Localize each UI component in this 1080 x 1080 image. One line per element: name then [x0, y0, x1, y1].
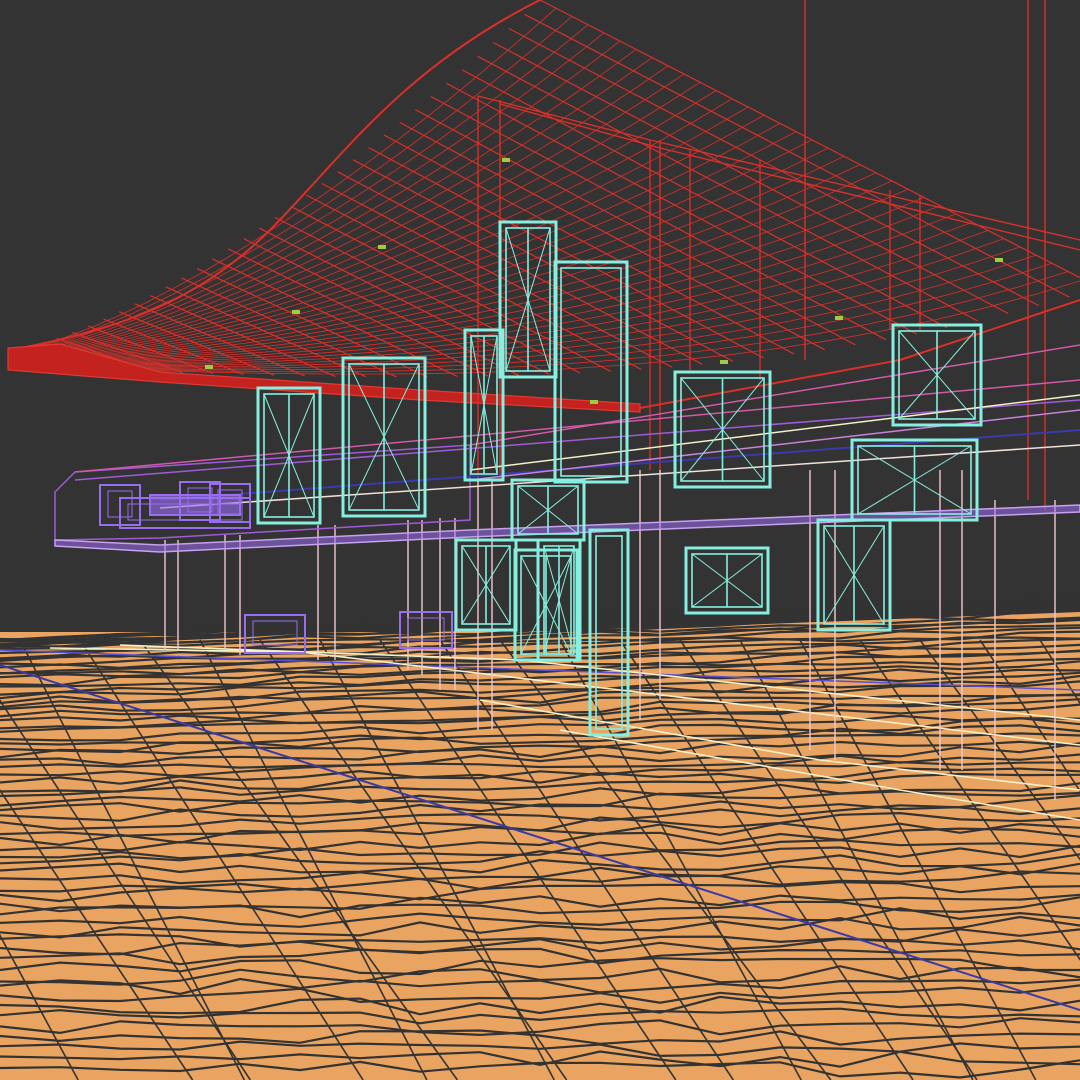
wireframe-scene[interactable] [0, 0, 1080, 1080]
3d-viewport[interactable] [0, 0, 1080, 1080]
ground-terrain-layer [0, 599, 1080, 1080]
furniture-table [149, 494, 241, 516]
